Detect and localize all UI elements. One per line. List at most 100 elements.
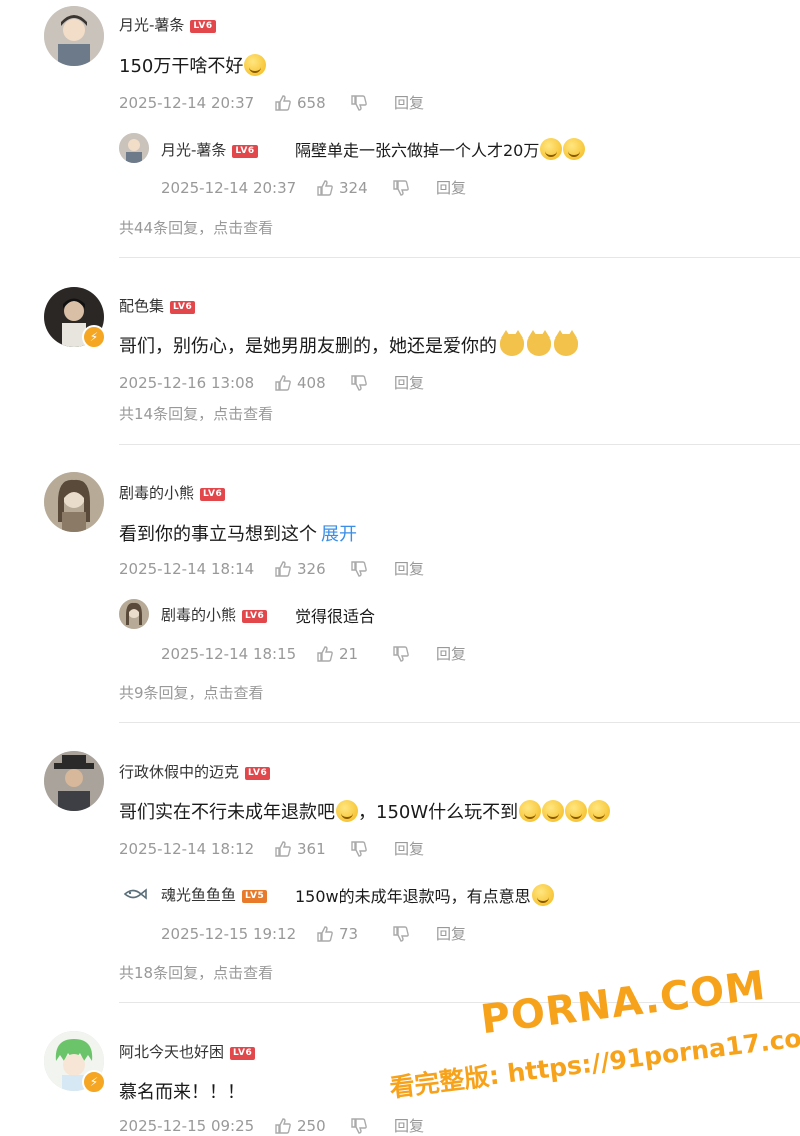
thumbs-up-icon (275, 94, 291, 111)
username-text: 配色集 (119, 297, 165, 315)
username[interactable]: 阿北今天也好困 LV6 (119, 1041, 256, 1062)
timestamp: 2025-12-14 18:15 (161, 644, 297, 663)
cat-emoji-icon (554, 330, 578, 356)
username[interactable]: 月光-薯条 LV6 (119, 14, 216, 35)
like-count: 408 (297, 373, 326, 392)
comment-meta: 2025-12-14 18:14 326 回复 (119, 558, 424, 579)
thumbs-up-icon (317, 925, 333, 942)
verified-icon: ⚡ (82, 1070, 106, 1094)
avatar[interactable] (44, 751, 104, 811)
thumbs-down-icon (393, 179, 409, 196)
comment-meta: 2025-12-14 18:12 361 回复 (119, 838, 424, 859)
reply-avatar[interactable] (119, 133, 149, 163)
username-text: 阿北今天也好困 (119, 1043, 225, 1061)
view-more-replies[interactable]: 共9条回复，点击查看 (119, 682, 264, 703)
like-button[interactable]: 21 (316, 645, 392, 663)
like-button[interactable]: 361 (274, 840, 350, 858)
reply-button[interactable]: 回复 (394, 372, 424, 393)
reply-username[interactable]: 魂光鱼鱼鱼 LV5 (161, 884, 268, 905)
laugh-cry-emoji-icon (244, 54, 267, 76)
comment-text: 150万干啥不好 (119, 52, 267, 78)
level-badge: LV6 (190, 20, 216, 33)
username[interactable]: 行政休假中的迈克 LV6 (119, 761, 271, 782)
reply-username-text: 月光-薯条 (161, 141, 227, 159)
comment-meta: 2025-12-14 20:37 658 回复 (119, 92, 424, 113)
reply-button[interactable]: 回复 (394, 558, 424, 579)
timestamp: 2025-12-14 20:37 (161, 178, 297, 197)
reply-meta: 2025-12-15 19:12 73 回复 (161, 923, 466, 944)
like-count: 250 (297, 1116, 326, 1135)
username-text: 剧毒的小熊 (119, 484, 195, 502)
dislike-button[interactable] (350, 1117, 394, 1135)
reply-username[interactable]: 剧毒的小熊 LV6 (161, 604, 268, 625)
like-button[interactable]: 73 (316, 925, 392, 943)
avatar[interactable] (44, 472, 104, 532)
avatar[interactable] (44, 6, 104, 66)
reply-avatar[interactable] (119, 879, 149, 909)
comment-text: 慕名而来！！！ (119, 1078, 245, 1104)
username-text: 行政休假中的迈克 (119, 763, 240, 781)
comment-meta: 2025-12-15 09:25 250 回复 (119, 1115, 424, 1136)
comment-body: 哥们实在不行未成年退款吧 (119, 802, 335, 823)
like-count: 326 (297, 559, 326, 578)
reply-username[interactable]: 月光-薯条 LV6 (161, 139, 258, 160)
timestamp: 2025-12-14 18:14 (119, 559, 255, 578)
reply-body: 150w的未成年退款吗，有点意思 (295, 887, 531, 906)
like-count: 21 (339, 644, 359, 663)
comment-text: 哥们实在不行未成年退款吧 ，150W什么玩不到 (119, 798, 611, 824)
reply-button[interactable]: 回复 (394, 838, 424, 859)
level-badge: LV5 (242, 890, 268, 903)
reply-avatar[interactable] (119, 599, 149, 629)
reply-button[interactable]: 回复 (436, 643, 466, 664)
laugh-cry-emoji-icon (336, 800, 358, 822)
dislike-button[interactable] (392, 925, 436, 943)
thumbs-down-icon (351, 560, 367, 577)
timestamp: 2025-12-15 09:25 (119, 1116, 255, 1135)
laugh-cry-emoji-icon (588, 800, 611, 822)
like-button[interactable]: 326 (274, 560, 350, 578)
reply-button[interactable]: 回复 (394, 1115, 424, 1136)
thumbs-up-icon (275, 374, 291, 391)
reply-meta: 2025-12-14 18:15 21 回复 (161, 643, 466, 664)
thumbs-down-icon (351, 840, 367, 857)
username[interactable]: 剧毒的小熊 LV6 (119, 482, 226, 503)
reply-button[interactable]: 回复 (394, 92, 424, 113)
like-button[interactable]: 658 (274, 94, 350, 112)
level-badge: LV6 (200, 488, 226, 501)
reply-username-text: 魂光鱼鱼鱼 (161, 886, 237, 904)
like-button[interactable]: 250 (274, 1117, 350, 1135)
view-more-replies[interactable]: 共44条回复，点击查看 (119, 217, 273, 238)
divider (119, 722, 800, 723)
like-count: 73 (339, 924, 359, 943)
laugh-cry-emoji-icon (563, 138, 586, 160)
timestamp: 2025-12-15 19:12 (161, 924, 297, 943)
reply-text: 150w的未成年退款吗，有点意思 (295, 883, 554, 907)
view-more-replies[interactable]: 共14条回复，点击查看 (119, 403, 273, 424)
dislike-button[interactable] (392, 179, 436, 197)
username[interactable]: 配色集 LV6 (119, 295, 196, 316)
laugh-cry-emoji-icon (542, 800, 565, 822)
thumbs-up-icon (275, 1117, 291, 1134)
dislike-button[interactable] (350, 374, 394, 392)
dislike-button[interactable] (350, 840, 394, 858)
laugh-cry-emoji-icon (565, 800, 588, 822)
timestamp: 2025-12-14 18:12 (119, 839, 255, 858)
reply-body: 觉得很适合 (295, 607, 376, 626)
reply-button[interactable]: 回复 (436, 177, 466, 198)
comment-meta: 2025-12-16 13:08 408 回复 (119, 372, 424, 393)
dislike-button[interactable] (392, 645, 436, 663)
reply-meta: 2025-12-14 20:37 324 回复 (161, 177, 466, 198)
dislike-button[interactable] (350, 94, 394, 112)
level-badge: LV6 (230, 1047, 256, 1060)
level-badge: LV6 (245, 767, 271, 780)
like-button[interactable]: 324 (316, 179, 392, 197)
like-button[interactable]: 408 (274, 374, 350, 392)
view-more-replies[interactable]: 共18条回复，点击查看 (119, 962, 273, 983)
reply-text: 隔壁单走一张六做掉一个人才20万 (295, 137, 586, 161)
expand-link[interactable]: 展开 (321, 524, 357, 545)
divider (119, 257, 800, 258)
comment-body-cont: ，150W什么玩不到 (358, 802, 519, 823)
dislike-button[interactable] (350, 560, 394, 578)
reply-button[interactable]: 回复 (436, 923, 466, 944)
level-badge: LV6 (170, 301, 196, 314)
